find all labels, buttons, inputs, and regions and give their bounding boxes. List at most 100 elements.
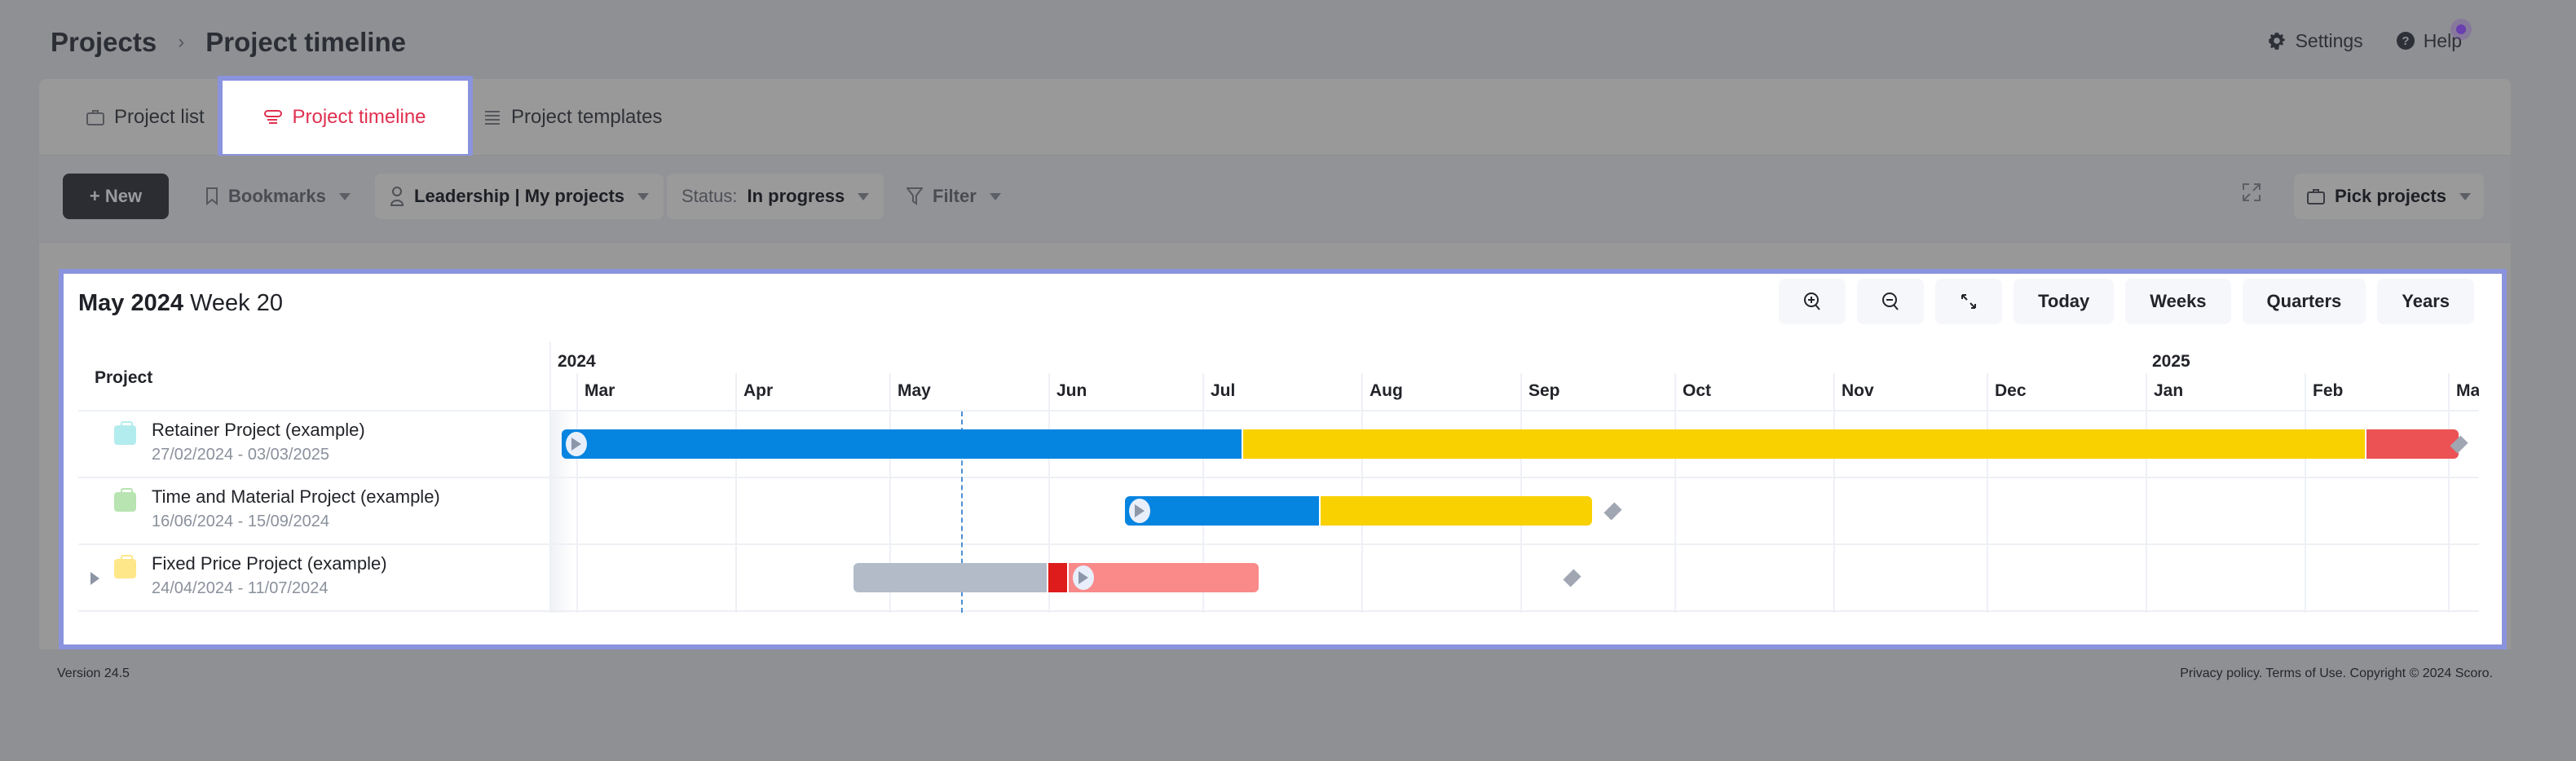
briefcase-icon [2307, 189, 2325, 205]
play-icon[interactable] [1073, 565, 1094, 590]
month-label: Feb [2313, 381, 2344, 400]
list-icon [485, 111, 500, 125]
status-prefix: Status: [681, 186, 738, 206]
gantt-bar-segment[interactable] [1243, 429, 2365, 459]
zoom-out-button[interactable] [1857, 279, 1925, 324]
notification-dot [2450, 18, 2472, 40]
gantt-bar-segment[interactable] [2366, 429, 2459, 459]
tab-bar: Project list Project timeline Project te… [39, 76, 2511, 159]
breadcrumb-separator: › [178, 31, 185, 53]
toolbar: + New Bookmarks Leadership | My projects… [39, 156, 2511, 243]
tab-label: Project list [114, 106, 205, 128]
view-label: Leadership | My projects [414, 186, 625, 206]
pick-projects-dropdown[interactable]: Pick projects [2294, 174, 2484, 219]
month-label: Jun [1056, 381, 1087, 400]
gantt-bar-segment[interactable] [562, 429, 1242, 459]
project-color-briefcase-icon [114, 488, 136, 512]
expand-caret-icon[interactable] [90, 572, 99, 585]
month-label: Oct [1683, 381, 1712, 400]
zoom-in-icon [1804, 293, 1820, 310]
quarters-button[interactable]: Quarters [2242, 279, 2366, 324]
tab-label: Project templates [511, 106, 663, 128]
bookmark-icon [206, 187, 218, 205]
bookmarks-dropdown[interactable]: Bookmarks [191, 174, 365, 219]
legal-links[interactable]: Privacy policy. Terms of Use. Copyright … [2180, 666, 2493, 681]
zoom-in-button[interactable] [1779, 279, 1846, 324]
years-button[interactable]: Years [2377, 279, 2474, 324]
status-dropdown[interactable]: Status: In progress [667, 174, 884, 219]
view-dropdown[interactable]: Leadership | My projects [375, 174, 664, 219]
timeline-panel: May 2024 Week 20 Today Weeks Quarters Ye… [59, 269, 2507, 649]
timeline-grid: 2024 2025 Mar Apr May Jun Jul Aug Sep Oct Nov Dec Ja… [549, 342, 2479, 613]
today-button[interactable]: Today [2014, 279, 2115, 324]
gantt-bar-segment[interactable] [1048, 563, 1067, 592]
bookmarks-label: Bookmarks [228, 186, 326, 206]
month-label: Dec [1995, 381, 2027, 400]
row-divider [551, 477, 2479, 478]
row-divider [551, 543, 2479, 545]
month-label: Sep [1528, 381, 1560, 400]
month-label: Mar [584, 381, 615, 400]
chevron-down-icon [2459, 192, 2471, 200]
gantt-bar-segment[interactable] [1125, 496, 1319, 526]
view-controls: Today Weeks Quarters Years [1779, 279, 2474, 324]
month-label: Apr [743, 381, 774, 400]
filter-dropdown[interactable]: Filter [892, 174, 1016, 219]
zoom-out-icon [1882, 293, 1899, 310]
row-divider [551, 410, 2479, 411]
month-label: Aug [1370, 381, 1403, 400]
breadcrumb: Projects › Project timeline [51, 24, 406, 60]
gantt-bar-segment[interactable] [1321, 496, 1592, 526]
current-week: Week 20 [190, 290, 283, 316]
gear-icon [2268, 33, 2285, 50]
filter-label: Filter [933, 186, 977, 206]
month-label: May [898, 381, 931, 400]
project-name[interactable]: Retainer Project (example) [152, 420, 365, 441]
milestone-diamond-icon[interactable] [1563, 569, 1581, 587]
gantt-bar-segment[interactable] [1069, 563, 1259, 592]
month-label: Jul [1211, 381, 1236, 400]
status-value: In progress [747, 186, 845, 206]
project-row[interactable]: Retainer Project (example) 27/02/2024 - 0… [78, 411, 549, 478]
year-label: 2024 [558, 352, 596, 371]
project-color-briefcase-icon [114, 555, 136, 578]
new-button[interactable]: + New [63, 174, 169, 219]
settings-label: Settings [2295, 29, 2363, 51]
project-color-briefcase-icon [114, 421, 136, 445]
project-column-header: Project [78, 342, 549, 411]
tab-project-templates[interactable]: Project templates [483, 79, 662, 156]
help-link[interactable]: ? Help [2396, 18, 2472, 52]
play-icon[interactable] [1129, 499, 1150, 523]
project-name[interactable]: Fixed Price Project (example) [152, 553, 387, 574]
chevron-down-icon [858, 192, 870, 200]
briefcase-icon [86, 110, 104, 125]
breadcrumb-projects[interactable]: Projects [51, 27, 157, 58]
top-links: Settings ? Help [2266, 18, 2472, 57]
current-month: May 2024 [78, 290, 183, 316]
user-icon [390, 187, 404, 206]
timeline-icon [264, 110, 283, 124]
tab-label: Project timeline [292, 106, 426, 128]
project-dates: 16/06/2024 - 15/09/2024 [152, 512, 329, 530]
chevron-down-icon [637, 192, 650, 200]
settings-link[interactable]: Settings [2266, 30, 2363, 52]
help-icon: ? [2396, 32, 2415, 50]
weeks-button[interactable]: Weeks [2125, 279, 2231, 324]
version-label: Version 24.5 [57, 666, 130, 680]
project-row[interactable]: Time and Material Project (example) 16/06… [78, 478, 549, 545]
project-row[interactable]: Fixed Price Project (example) 24/04/2024 … [78, 545, 549, 612]
milestone-diamond-icon[interactable] [1603, 502, 1622, 521]
gantt-bar-segment[interactable] [854, 563, 1047, 592]
project-name[interactable]: Time and Material Project (example) [152, 486, 440, 508]
project-dates: 27/02/2024 - 03/03/2025 [152, 446, 329, 464]
tab-project-list[interactable]: Project list [86, 79, 205, 156]
month-label: Mar [2456, 381, 2479, 400]
fullscreen-icon[interactable] [2242, 183, 2261, 202]
tab-project-timeline[interactable]: Project timeline [218, 76, 473, 159]
project-dates: 24/04/2024 - 11/07/2024 [152, 579, 329, 597]
play-icon[interactable] [566, 432, 587, 456]
fit-button[interactable] [1935, 279, 2003, 324]
chevron-down-icon [338, 192, 351, 200]
svg-text:?: ? [2402, 34, 2409, 48]
panel-title: May 2024 Week 20 [78, 290, 283, 317]
